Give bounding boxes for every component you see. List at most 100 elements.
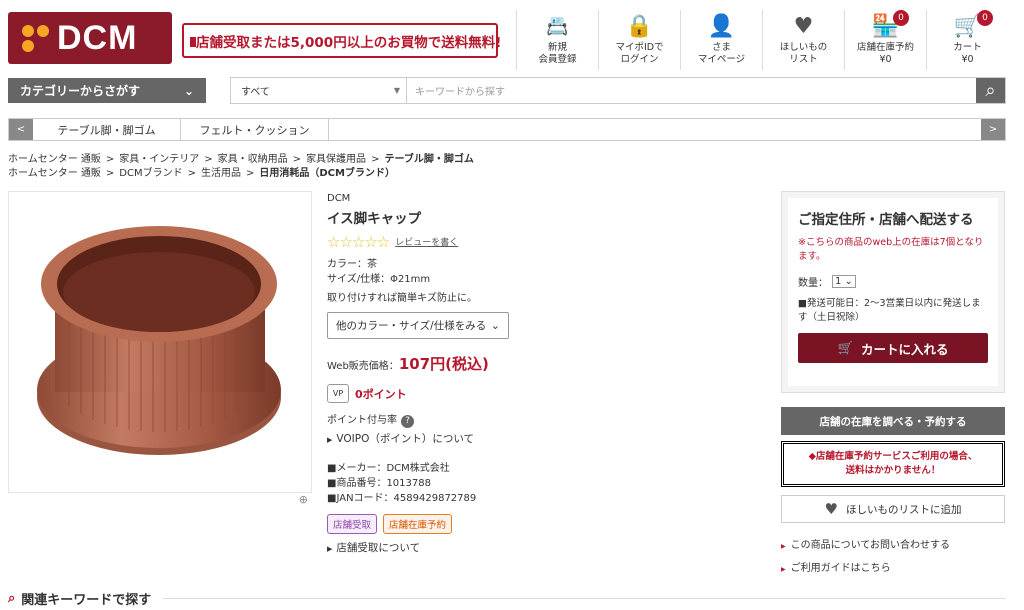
search-scope-value: すべて <box>241 87 270 98</box>
subcategory-nav: < テーブル脚・脚ゴム フェルト・クッション > <box>8 118 1006 141</box>
product-color: カラー：茶 <box>327 259 377 270</box>
subnav-next-button[interactable]: > <box>981 119 1005 140</box>
point-rate: ポイント付与率? <box>327 411 547 428</box>
quantity-label: 数量： <box>798 278 828 289</box>
service-tags: 店舗受取 店舗在庫予約 <box>327 514 547 534</box>
logo-text: DCM <box>57 18 138 57</box>
breadcrumb-row-1: ホームセンター 通販 > 家具・インテリア > 家具・収納用品 > 家具保護用品 > テーブル脚… <box>8 154 474 165</box>
heart-icon: ♥ <box>793 14 814 39</box>
subnav-tab-table-legs[interactable]: テーブル脚・脚ゴム <box>33 119 181 140</box>
product-jan: ■JANコード：4589429872789 <box>327 493 477 504</box>
id-card-icon: 📇 <box>546 16 569 37</box>
help-icon[interactable]: ? <box>401 415 414 428</box>
product-description: 取り付けすれば簡単キズ防止に。 <box>327 293 477 304</box>
add-to-wishlist-button[interactable]: ♥ ほしいものリストに追加 <box>781 495 1005 523</box>
quantity-row: 数量： 1 ⌄ <box>798 274 988 289</box>
price-label: Web販売価格： <box>327 361 399 372</box>
zoom-icon[interactable]: ⊕ <box>299 493 308 506</box>
add-to-cart-button[interactable]: 🛒 カートに入れる <box>798 333 988 363</box>
quantity-select[interactable]: 1 ⌄ <box>832 275 856 288</box>
voipo-link[interactable]: VOIPO（ポイント）について <box>327 431 547 446</box>
nav-login[interactable]: 🔒 マイポIDで ログイン <box>598 10 680 70</box>
nav-wishlist-label1: ほしいもの <box>779 42 828 53</box>
header-nav: 📇 新規 会員登録 🔒 マイポIDで ログイン 👤 さま マイページ ♥ ほしい… <box>516 10 1008 70</box>
breadcrumb: ホームセンター 通販 > 家具・インテリア > 家具・収納用品 > 家具保護用品 > テーブル脚… <box>8 153 474 181</box>
write-review-link[interactable]: レビューを書く <box>395 238 458 248</box>
points-row: VP 0ポイント <box>327 384 547 403</box>
related-heading-text: 関連キーワードで探す <box>21 593 152 608</box>
nav-store-label2: ¥0 <box>879 54 892 65</box>
search-scope-select[interactable]: すべて ▼ <box>231 78 407 103</box>
nav-mypage-label1: さま <box>711 42 731 53</box>
cart-icon: 🛒 <box>837 340 854 355</box>
store-reserve-note: ◆店舗在庫予約サービスご利用の場合、 送料はかかりません！ <box>781 441 1005 487</box>
rating-stars: ☆☆☆☆☆ レビューを書く <box>327 233 547 251</box>
free-shipping-banner[interactable]: 店舗受取または5,000円以上のお買物で送料無料! <box>182 23 502 58</box>
nav-register-label2: 会員登録 <box>538 54 577 65</box>
search-input[interactable]: キーワードから探す <box>407 78 976 103</box>
nav-wishlist[interactable]: ♥ ほしいもの リスト <box>762 10 844 70</box>
pickup-info-link[interactable]: 店舗受取について <box>327 540 547 555</box>
logo-dots-icon <box>22 24 49 52</box>
side-links: この商品についてお問い合わせする ご利用ガイドはこちら <box>781 535 950 581</box>
breadcrumb-link[interactable]: 家具保護用品 <box>306 154 366 165</box>
subnav-prev-button[interactable]: < <box>9 119 33 140</box>
search-bar: すべて ▼ キーワードから探す ⌕ <box>230 77 1006 104</box>
store-count-badge: 0 <box>893 10 909 26</box>
lock-icon: 🔒 <box>625 14 654 39</box>
buybox-heading: ご指定住所・店舗へ配送する <box>798 212 974 228</box>
ship-note: ■発送可能日：2〜3営業日以内に発送します（土日祝除） <box>798 298 981 323</box>
breadcrumb-current: 日用消耗品（DCMブランド） <box>259 168 395 179</box>
subnav-tab-felt[interactable]: フェルト・クッション <box>181 119 329 140</box>
nav-mypage[interactable]: 👤 さま マイページ <box>680 10 762 70</box>
variant-select-label: 他のカラー・サイズ/仕様をみる <box>336 320 487 332</box>
chevron-down-icon: ⌄ <box>183 83 194 98</box>
nav-cart[interactable]: 🛒 0 カート ¥0 <box>926 10 1008 70</box>
nav-store-reserve[interactable]: 🏪 0 店舗在庫予約 ¥0 <box>844 10 926 70</box>
person-icon: 👤 <box>707 14 736 39</box>
product-size: サイズ/仕様：Φ21mm <box>327 274 431 285</box>
breadcrumb-link[interactable]: ホームセンター 通販 <box>8 168 101 179</box>
product-item-number: ■商品番号：1013788 <box>327 478 431 489</box>
search-button[interactable]: ⌕ <box>976 78 1005 103</box>
add-to-cart-label: カートに入れる <box>861 341 949 357</box>
store-pickup-tag: 店舗受取 <box>327 514 378 534</box>
cart-count-badge: 0 <box>977 10 993 26</box>
product-spec: カラー：茶 サイズ/仕様：Φ21mm 取り付けすれば簡単キズ防止に。 <box>327 257 547 306</box>
product-brand: DCM <box>327 193 351 204</box>
search-icon: ⌕ <box>985 80 996 101</box>
dcm-logo[interactable]: DCM <box>8 12 172 64</box>
nav-wishlist-label2: リスト <box>789 54 818 65</box>
store-note-line2: 送料はかかりません！ <box>845 465 941 476</box>
guide-link[interactable]: ご利用ガイドはこちら <box>781 558 950 581</box>
product-info: DCM イス脚キャップ ☆☆☆☆☆ レビューを書く カラー：茶 サイズ/仕様：Φ2… <box>327 193 547 555</box>
nav-register[interactable]: 📇 新規 会員登録 <box>516 10 598 70</box>
quantity-value: 1 <box>835 276 842 287</box>
store-note-line1: ◆店舗在庫予約サービスご利用の場合、 <box>808 451 978 462</box>
buy-box: ご指定住所・店舗へ配送する ※こちらの商品のweb上の在庫は7個となります。 数… <box>781 191 1005 393</box>
breadcrumb-link[interactable]: 家具・収納用品 <box>218 154 288 165</box>
breadcrumb-link[interactable]: 家具・インテリア <box>119 154 199 165</box>
heart-icon: ♥ <box>824 500 838 518</box>
breadcrumb-link[interactable]: 生活用品 <box>201 168 241 179</box>
variant-select[interactable]: 他のカラー・サイズ/仕様をみる ⌄ <box>327 312 509 339</box>
related-keywords-heading: ⌕ 関連キーワードで探す <box>8 589 1006 608</box>
product-image <box>37 226 281 455</box>
wishlist-label: ほしいものリストに追加 <box>845 503 962 516</box>
price-value: 107円(税込) <box>398 355 489 373</box>
search-icon: ⌕ <box>8 591 16 606</box>
product-title: イス脚キャップ <box>327 211 422 227</box>
store-stock-button[interactable]: 店舗の在庫を調べる・予約する <box>781 407 1005 435</box>
category-search-button[interactable]: カテゴリーからさがす ⌄ <box>8 78 206 103</box>
nav-login-label2: ログイン <box>620 54 659 65</box>
star-icons: ☆☆☆☆☆ <box>327 233 390 251</box>
inquiry-link[interactable]: この商品についてお問い合わせする <box>781 535 950 558</box>
product-image-box[interactable]: ⊕ <box>8 191 312 506</box>
breadcrumb-link[interactable]: ホームセンター 通販 <box>8 154 101 165</box>
nav-cart-label2: ¥0 <box>961 54 974 65</box>
breadcrumb-link[interactable]: DCMブランド <box>119 168 182 179</box>
divider <box>163 598 1006 599</box>
free-shipping-text: 店舗受取または5,000円以上のお買物で送料無料! <box>196 34 502 51</box>
product-maker: ■メーカー：DCM株式会社 <box>327 463 450 474</box>
nav-mypage-label2: マイページ <box>697 54 746 65</box>
